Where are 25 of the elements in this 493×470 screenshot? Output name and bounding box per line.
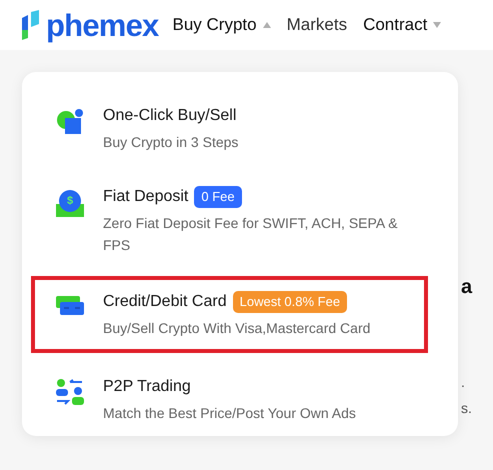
card-icon [56, 294, 84, 316]
menu-item[interactable]: $ Fiat Deposit 0 Fee Zero Fiat Deposit Fee for SWIFT, ACH, SEPA & FPS [31, 181, 428, 260]
item-description: Zero Fiat Deposit Fee for SWIFT, ACH, SEPA & FPS [103, 214, 399, 255]
logo-icon [20, 10, 42, 40]
logo-text[interactable]: phemex [46, 10, 159, 40]
nav-link[interactable]: Contract [363, 12, 442, 38]
item-title: P2P Trading [103, 377, 191, 397]
people-icon [56, 379, 84, 405]
menu-item[interactable]: P2P Trading Match the Best Price/Post Your Own Ads [31, 371, 428, 428]
item-description: Match the Best Price/Post Your Own Ads [103, 404, 357, 423]
menu-item[interactable]: One-Click Buy/Sell Buy Crypto in 3 Steps [31, 100, 428, 157]
fee-badge: 0 Fee [194, 186, 242, 208]
background-text: s. [461, 399, 472, 418]
item-title: Credit/Debit Card [103, 292, 227, 312]
background-text: . [461, 373, 465, 392]
menu-item[interactable]: Credit/Debit Card Lowest 0.8% Fee Buy/Sell Crypto With Visa,Mastercard Card [31, 276, 428, 353]
item-description: Buy/Sell Crypto With Visa,Mastercard Card [103, 319, 372, 338]
app-icon [56, 108, 84, 136]
nav-link[interactable]: Markets [286, 12, 348, 38]
background-text: a [461, 275, 472, 300]
fee-badge: Lowest 0.8% Fee [232, 291, 348, 313]
nav-link[interactable]: Buy Crypto [172, 12, 271, 38]
item-description: Buy Crypto in 3 Steps [103, 133, 240, 152]
item-title: One-Click Buy/Sell [103, 106, 236, 126]
item-title: Fiat Deposit [103, 187, 188, 207]
